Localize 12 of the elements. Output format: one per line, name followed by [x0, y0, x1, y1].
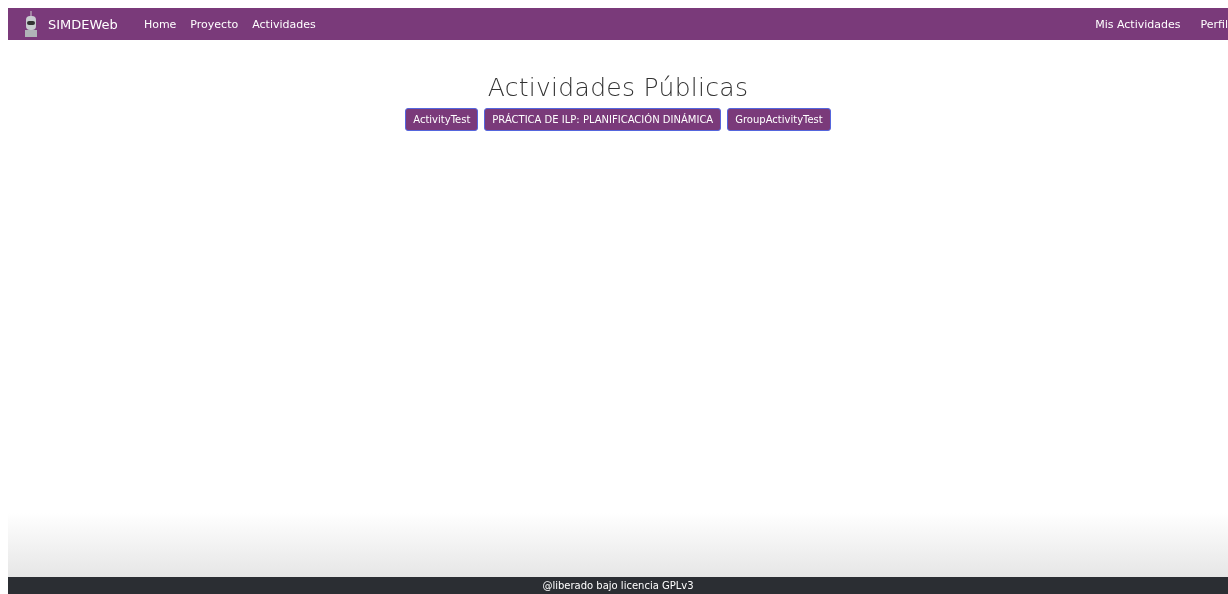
nav-link[interactable]: Mis Actividades [1095, 17, 1181, 31]
nav-link[interactable]: Home [143, 17, 177, 31]
robot-icon [24, 11, 38, 37]
activity-button[interactable]: ActivityTest [405, 108, 479, 131]
activity-button[interactable]: PRÁCTICA DE ILP: PLANIFICACIÓN DINÁMICA [484, 108, 722, 131]
nav-link[interactable]: Actividades [252, 17, 316, 31]
footer-text: @liberado bajo licencia GPLv3 [542, 580, 694, 591]
nav-link[interactable]: Perfil [1200, 17, 1228, 31]
nav-link[interactable]: Proyecto [190, 17, 239, 31]
page-title: Actividades Públicas [486, 73, 750, 102]
activity-button[interactable]: GroupActivityTest [727, 108, 831, 131]
brand-link[interactable]: SIMDEWeb [48, 16, 118, 32]
